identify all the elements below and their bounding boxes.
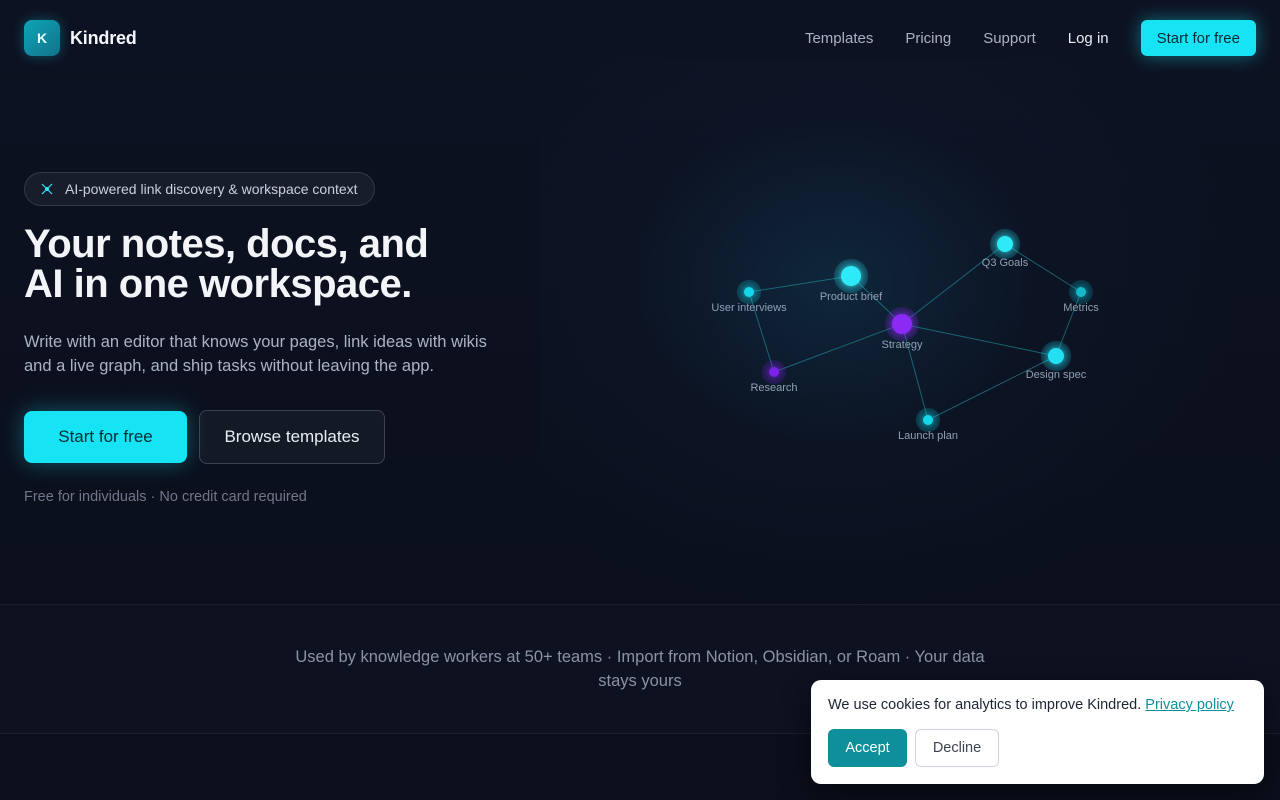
graph-node-label: Q3 Goals: [982, 257, 1029, 269]
feature-badge-text: AI-powered link discovery & workspace co…: [65, 181, 358, 197]
feature-badge: AI-powered link discovery & workspace co…: [24, 172, 375, 206]
graph-node-label: Strategy: [882, 339, 923, 351]
graph-node-dot: [744, 287, 754, 297]
privacy-policy-link[interactable]: Privacy policy: [1145, 697, 1234, 713]
graph-node-product-brief[interactable]: Product brief: [820, 259, 883, 303]
main-nav: Templates Pricing Support Log in Start f…: [805, 20, 1256, 56]
cookie-message-text: We use cookies for analytics to improve …: [828, 697, 1142, 713]
graph-node-q3-goals[interactable]: Q3 Goals: [982, 229, 1029, 269]
graph-node-dot: [997, 236, 1013, 252]
browse-templates-button[interactable]: Browse templates: [199, 410, 385, 464]
hero-title: Your notes, docs, and AI in one workspac…: [24, 224, 544, 304]
nav-support-link[interactable]: Support: [983, 30, 1036, 47]
graph-node-label: Product brief: [820, 291, 883, 303]
graph-edge-strategy-q3-goals: [901, 243, 1006, 325]
hero-title-line2: AI in one workspace.: [24, 262, 412, 306]
hero-note: Free for individuals · No credit card re…: [24, 489, 307, 505]
hero-start-free-button[interactable]: Start for free: [24, 411, 187, 463]
nav-templates-link[interactable]: Templates: [805, 30, 873, 47]
nav-pricing-link[interactable]: Pricing: [905, 30, 951, 47]
graph-node-dot: [892, 314, 912, 334]
graph-node-metrics[interactable]: Metrics: [1063, 280, 1099, 314]
cookie-decline-button[interactable]: Decline: [915, 729, 999, 767]
cookie-banner: We use cookies for analytics to improve …: [811, 680, 1264, 784]
graph-node-strategy[interactable]: Strategy: [882, 307, 923, 351]
graph-node-label: Launch plan: [898, 430, 958, 442]
hero-subtitle: Write with an editor that knows your pag…: [24, 333, 487, 375]
cookie-actions: Accept Decline: [828, 729, 999, 767]
knowledge-graph[interactable]: User interviews Product brief Q3 Goals Metr…: [690, 225, 1120, 455]
knowledge-graph-canvas: User interviews Product brief Q3 Goals Metr…: [711, 229, 1099, 442]
graph-node-label: User interviews: [711, 302, 787, 314]
graph-node-research[interactable]: Research: [750, 360, 798, 394]
graph-node-dot: [1048, 348, 1064, 364]
cookie-message: We use cookies for analytics to improve …: [828, 697, 1248, 713]
graph-node-dot: [1076, 287, 1086, 297]
sparkle-network-icon: [39, 181, 55, 197]
graph-node-label: Design spec: [1026, 369, 1087, 381]
graph-edge-launch-plan-design-spec: [927, 355, 1057, 421]
header-start-free-button[interactable]: Start for free: [1140, 20, 1256, 56]
graph-node-label: Metrics: [1063, 302, 1099, 314]
login-link[interactable]: Log in: [1068, 30, 1109, 47]
graph-node-dot: [923, 415, 933, 425]
graph-node-label: Research: [750, 382, 797, 394]
graph-node-dot: [841, 266, 861, 286]
logo-icon: K: [24, 20, 60, 56]
graph-edge-strategy-design-spec: [901, 323, 1057, 357]
hero-title-line1: Your notes, docs, and: [24, 222, 429, 266]
brand-name: Kindred: [70, 27, 137, 48]
graph-node-launch-plan[interactable]: Launch plan: [898, 408, 958, 442]
graph-node-dot: [769, 367, 779, 377]
brand[interactable]: K Kindred: [24, 20, 137, 56]
cookie-accept-button[interactable]: Accept: [828, 729, 907, 767]
site-header: K Kindred Templates Pricing Support Log …: [0, 0, 1280, 76]
graph-node-design-spec[interactable]: Design spec: [1026, 341, 1087, 381]
graph-node-user-interviews[interactable]: User interviews: [711, 280, 787, 314]
